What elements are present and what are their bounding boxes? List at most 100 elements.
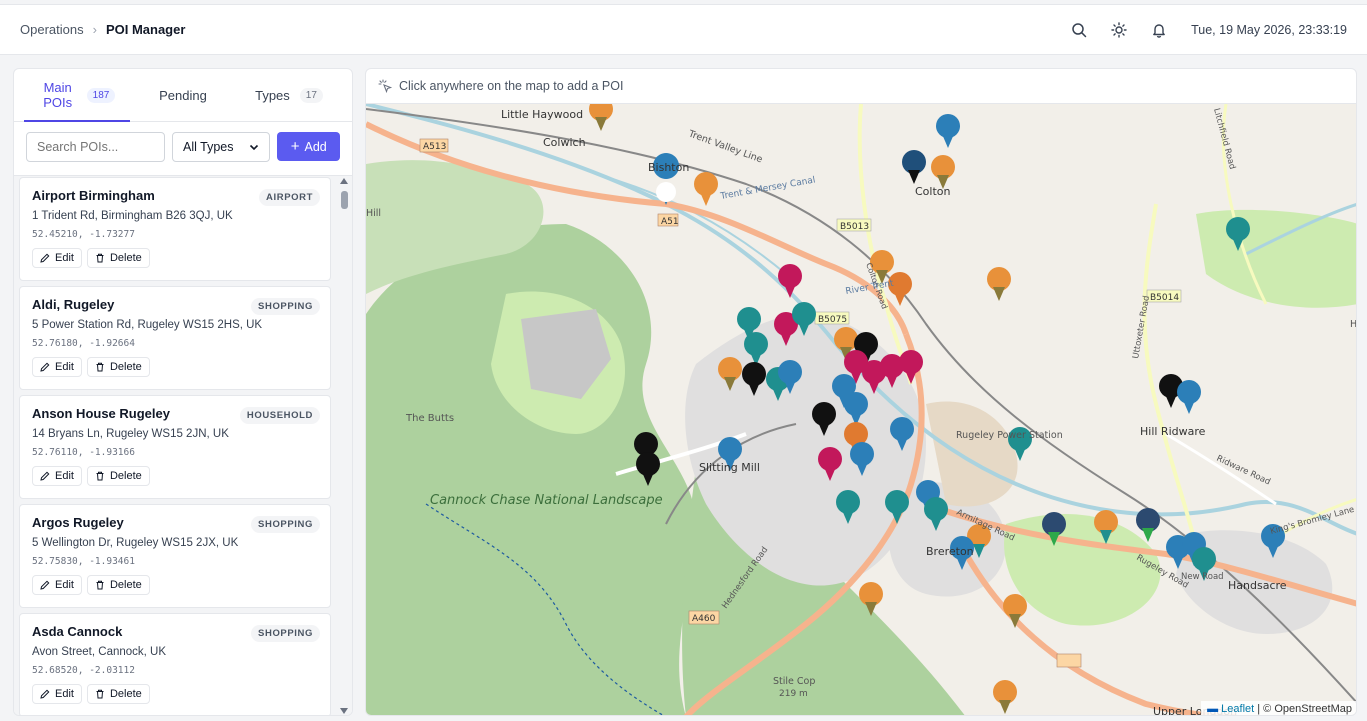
delete-label: Delete [109,579,142,591]
edit-label: Edit [55,252,74,264]
edit-label: Edit [55,688,74,700]
type-filter-select[interactable]: All Types [172,132,271,162]
poi-address: 1 Trident Rd, Birmingham B26 3QJ, UK [32,210,233,222]
map-label: New Road [1181,572,1224,582]
edit-label: Edit [55,361,74,373]
plus-icon: + [290,137,300,155]
theme-sun-icon[interactable] [1109,20,1129,40]
tab-main-pois-label: Main POIs [43,80,73,110]
scroll-up-icon[interactable] [340,178,348,184]
tab-main-pois[interactable]: Main POIs 187 [24,69,130,122]
edit-button[interactable]: Edit [32,684,82,704]
list-scrollbar[interactable] [338,176,350,715]
sparkle-cursor-icon [378,79,392,93]
tab-pending-label: Pending [159,87,207,103]
edit-label: Edit [55,470,74,482]
poi-address: 5 Wellington Dr, Rugeley WS15 2JX, UK [32,537,239,549]
poi-address: 5 Power Station Rd, Rugeley WS15 2HS, UK [32,319,263,331]
poi-address: 14 Bryans Ln, Rugeley WS15 2JN, UK [32,428,229,440]
delete-button[interactable]: Delete [86,575,150,595]
poi-type-badge: SHOPPING [251,298,320,315]
tab-types[interactable]: Types 17 [236,69,342,121]
map-canvas[interactable]: Little Haywood Colwich Bishton Trent Val… [366,97,1357,715]
page-title: POI Manager [105,22,186,37]
pencil-icon [40,689,50,699]
map-label: B5014 [1150,293,1179,303]
poi-type-badge: HOUSEHOLD [239,407,320,424]
map-attribution: ▬ Leaflet | © OpenStreetMap [1201,701,1356,715]
poi-type-badge: SHOPPING [251,625,320,642]
map-label: Stile Cop [773,676,815,687]
poi-panel: Main POIs 187 Pending Types 17 All Types… [13,68,353,716]
top-bar: Operations › POI Manager Tue, 19 May 202… [0,4,1367,55]
pencil-icon [40,580,50,590]
tab-pending[interactable]: Pending [130,69,236,121]
map-label: Brereton [926,545,974,558]
poi-card: Aldi, Rugeley SHOPPING 5 Power Station R… [19,286,331,390]
delete-label: Delete [109,252,142,264]
poi-coords: 52.45210, -1.73277 [32,229,135,240]
map-label: A460 [692,614,716,624]
trash-icon [96,471,104,481]
trash-icon [96,362,104,372]
map-label: Hill Ridware [1140,425,1206,438]
poi-list: Airport Birmingham AIRPORT 1 Trident Rd,… [14,175,352,715]
map-label: Rugeley Power Station [956,430,1063,441]
chevron-down-icon [250,144,259,151]
delete-label: Delete [109,361,142,373]
delete-label: Delete [109,688,142,700]
scroll-down-icon[interactable] [340,708,348,714]
leaflet-link[interactable]: Leaflet [1221,703,1254,715]
notification-bell-icon[interactable] [1149,20,1169,40]
map-label: Bishton [648,161,689,174]
delete-label: Delete [109,470,142,482]
osm-attribution: | © OpenStreetMap [1257,703,1352,715]
map-label: Colwich [543,136,586,149]
map-label: Handsacre [1228,579,1287,592]
map-hint: Click anywhere on the map to add a POI [366,69,1356,104]
poi-card: Anson House Rugeley HOUSEHOLD 14 Bryans … [19,395,331,499]
trash-icon [96,580,104,590]
edit-button[interactable]: Edit [32,357,82,377]
map-label: A513 [423,142,446,152]
add-poi-button[interactable]: + Add [277,132,340,161]
edit-button[interactable]: Edit [32,248,82,268]
delete-button[interactable]: Delete [86,357,150,377]
edit-label: Edit [55,579,74,591]
current-datetime: Tue, 19 May 2026, 23:33:19 [1191,22,1347,37]
ukraine-flag-icon: ▬ [1207,703,1219,715]
pencil-icon [40,471,50,481]
delete-button[interactable]: Delete [86,248,150,268]
delete-button[interactable]: Delete [86,466,150,486]
poi-address: Avon Street, Cannock, UK [32,646,167,658]
map-label: 219 m [779,689,808,699]
edit-button[interactable]: Edit [32,575,82,595]
search-icon[interactable] [1069,20,1089,40]
breadcrumb-operations[interactable]: Operations [20,22,84,37]
map-label: Hl [1350,319,1357,330]
map-label: Colton [915,185,951,198]
poi-type-badge: SHOPPING [251,516,320,533]
poi-card: Airport Birmingham AIRPORT 1 Trident Rd,… [19,177,331,281]
poi-coords: 52.75830, -1.93461 [32,556,135,567]
trash-icon [96,689,104,699]
map-label: A51 [661,217,679,227]
map-label: Slitting Mill [699,461,760,474]
tab-types-label: Types [255,87,290,103]
map-panel: Click anywhere on the map to add a POI L… [365,68,1357,716]
poi-coords: 52.76180, -1.92664 [32,338,135,349]
map-label: Cannock Chase National Landscape [430,493,663,508]
type-filter-value: All Types [183,140,234,154]
search-input[interactable] [26,132,165,162]
delete-button[interactable]: Delete [86,684,150,704]
edit-button[interactable]: Edit [32,466,82,486]
add-poi-label: Add [304,139,327,154]
scroll-thumb[interactable] [341,191,348,209]
poi-card: Argos Rugeley SHOPPING 5 Wellington Dr, … [19,504,331,608]
poi-coords: 52.76110, -1.93166 [32,447,135,458]
map-label: Hill [366,208,381,219]
breadcrumb: Operations › POI Manager [20,22,185,37]
trash-icon [96,253,104,263]
map-hint-text: Click anywhere on the map to add a POI [399,79,624,93]
map-label: B5075 [818,315,847,325]
